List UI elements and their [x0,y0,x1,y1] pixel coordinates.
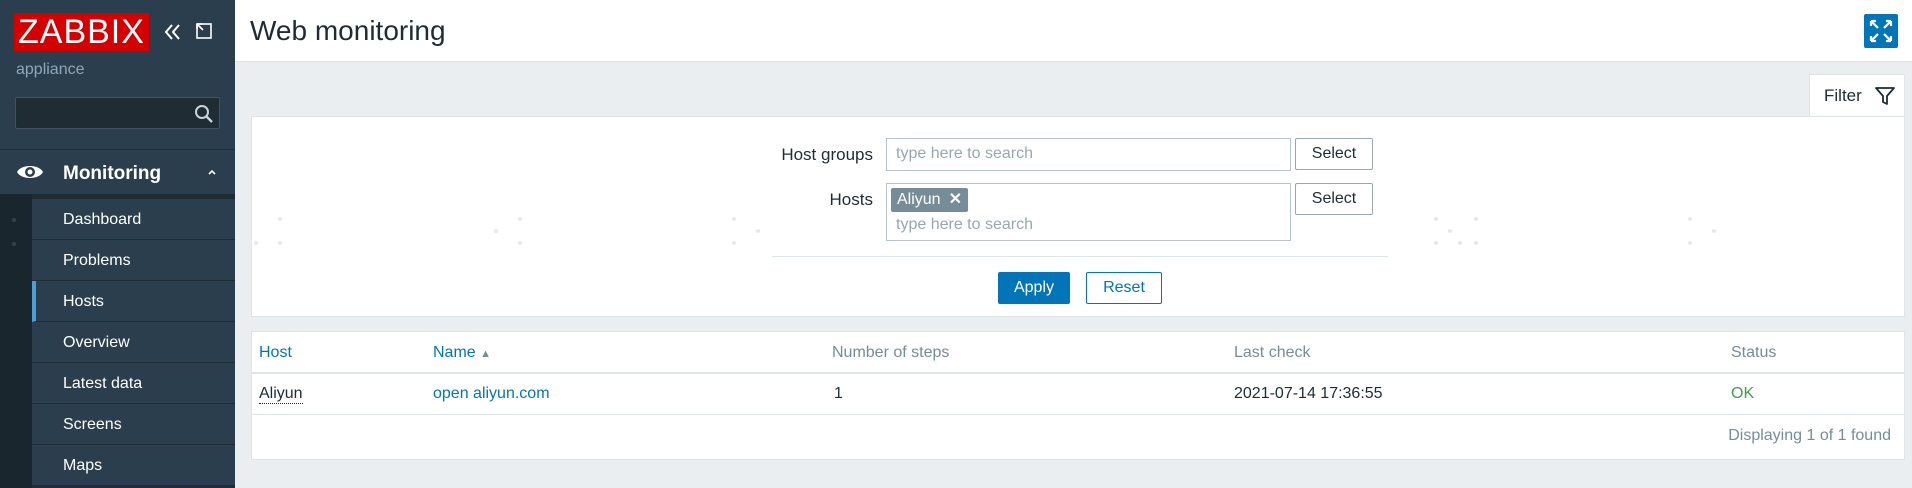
sidebar-item-screens[interactable]: Screens [32,404,235,445]
column-header-name-label: Name [433,344,476,361]
column-header-name[interactable]: Name ▲ [433,344,491,362]
row-divider [252,414,1904,415]
apply-button[interactable]: Apply [998,272,1070,304]
sidebar-item-hosts[interactable]: Hosts [32,281,235,322]
header-divider [252,372,1904,374]
fullscreen-icon [1869,19,1893,43]
chevron-up-icon [208,169,216,175]
row-status: OK [1731,385,1755,402]
sidebar-item-overview[interactable]: Overview [32,322,235,363]
filter-panel: Host groups type here to search Select H… [251,116,1905,317]
menu-section-label: Monitoring [63,163,162,184]
sidebar-header: ZABBIX appliance [0,0,235,149]
kiosk-mode-icon[interactable] [194,21,214,41]
collapse-sidebar-icon[interactable] [160,20,184,44]
row-name-link[interactable]: open aliyun.com [433,385,550,403]
host-groups-select-button[interactable]: Select [1295,138,1373,170]
fullscreen-button[interactable] [1864,14,1898,48]
remove-tag-icon[interactable]: ✕ [949,191,962,208]
host-tag-label: Aliyun [897,191,941,208]
sidebar-item-dashboard[interactable]: Dashboard [32,199,235,240]
search-icon[interactable] [193,103,215,125]
row-host-link[interactable]: Aliyun [259,385,303,404]
row-last-check: 2021-07-14 17:36:55 [1234,385,1383,402]
eye-icon [17,166,43,178]
sidebar-search[interactable] [15,97,220,129]
sidebar-item-maps[interactable]: Maps [32,445,235,486]
sidebar-item-latest-data[interactable]: Latest data [32,363,235,404]
menu-section-monitoring[interactable]: Monitoring [0,149,235,194]
page-title: Web monitoring [250,15,446,46]
column-header-steps: Number of steps [832,344,950,361]
row-steps: 1 [834,385,843,402]
server-name: appliance [16,61,85,78]
hosts-input[interactable]: Aliyun ✕ type here to search [886,183,1291,241]
hosts-placeholder: type here to search [896,216,1033,233]
table-footer-count: Displaying 1 of 1 found [1728,427,1891,444]
filter-tab-label: Filter [1824,86,1862,105]
host-groups-label: Host groups [781,145,873,164]
zabbix-logo[interactable]: ZABBIX [14,13,149,51]
monitoring-submenu: Dashboard Problems Hosts Overview Latest… [32,199,235,486]
web-scenarios-table: Host Name ▲ Number of steps Last check S… [251,331,1905,460]
hosts-select-button[interactable]: Select [1295,183,1373,215]
hosts-label: Hosts [829,190,873,209]
host-groups-placeholder: type here to search [896,145,1033,162]
column-header-last-check: Last check [1234,344,1311,361]
page-header: Web monitoring [235,0,1912,62]
sidebar-item-problems[interactable]: Problems [32,240,235,281]
reset-button[interactable]: Reset [1086,272,1162,304]
sidebar-indent-strip [0,194,32,488]
sort-ascending-icon: ▲ [480,348,492,360]
host-tag: Aliyun ✕ [891,188,968,212]
sidebar-search-input[interactable] [16,98,186,128]
column-header-status: Status [1731,344,1777,361]
host-groups-input[interactable]: type here to search [886,138,1291,171]
column-header-host[interactable]: Host [259,344,292,362]
filter-funnel-icon [1875,87,1895,105]
filter-divider [772,256,1388,257]
filter-tab[interactable]: Filter [1809,74,1905,117]
sidebar: ZABBIX appliance Monitoring Dashboard Pr… [0,0,235,488]
